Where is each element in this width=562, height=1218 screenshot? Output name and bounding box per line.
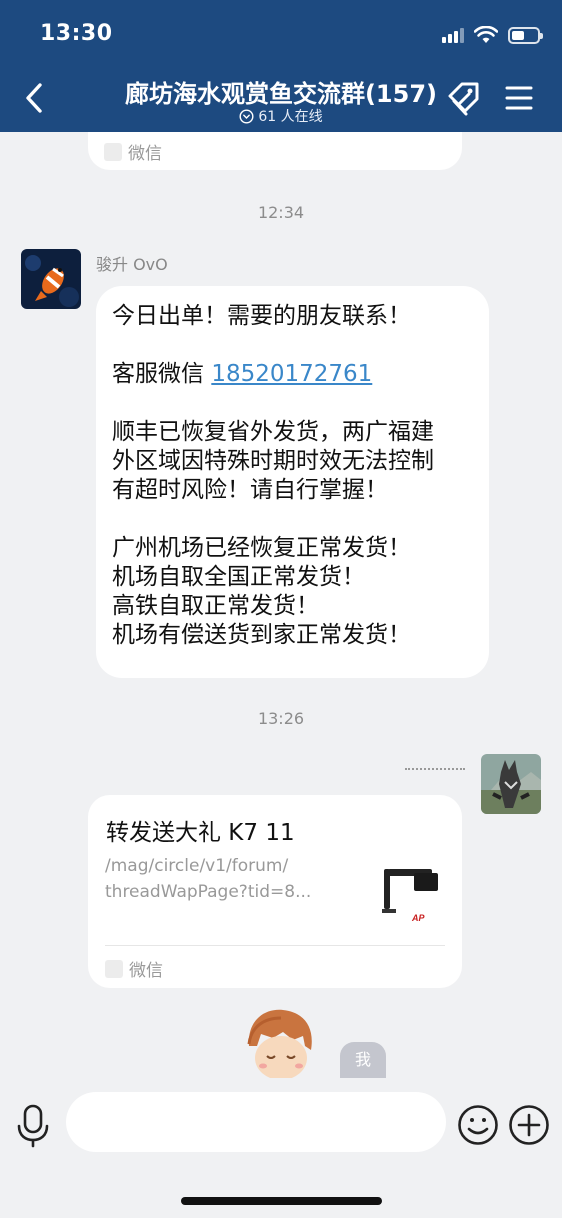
clownfish-avatar-icon: [21, 249, 81, 309]
battery-icon: [508, 26, 543, 44]
shared-link-card[interactable]: 转发送大礼 K7 11 /mag/circle/v1/forum/ thread…: [88, 795, 462, 988]
sticker-image[interactable]: [243, 1006, 317, 1078]
card-url: /mag/circle/v1/forum/ threadWapPage?tid=…: [105, 856, 312, 902]
chevron-down-circle-icon: [239, 108, 254, 124]
wechat-icon: [104, 142, 122, 161]
status-icons: [442, 24, 543, 46]
message-paragraph: 广州机场已经恢复正常发货！ 机场自取全国正常发货！ 高铁自取正常发货！ 机场有偿…: [112, 535, 411, 648]
card-title: 转发送大礼 K7 11: [106, 820, 295, 846]
shared-card-partial[interactable]: 微信: [88, 132, 462, 170]
card-thumbnail: AP: [378, 861, 444, 927]
horse-avatar-icon: [481, 754, 541, 814]
phone-link[interactable]: 18520172761: [211, 361, 372, 387]
message-bubble[interactable]: 今日出单！需要的朋友联系！ 客服微信 18520172761 顺丰已恢复省外发货…: [96, 286, 489, 678]
emoji-icon[interactable]: [457, 1104, 499, 1146]
status-time: 13:30: [40, 21, 113, 46]
cartoon-boy-sticker-icon: [247, 1009, 312, 1078]
sending-indicator: [405, 768, 465, 770]
timestamp: 13:26: [257, 709, 305, 728]
my-avatar[interactable]: [481, 754, 541, 814]
me-badge-label: 我: [354, 1050, 371, 1069]
sender-name: 骏升 OvO: [96, 255, 168, 274]
microphone-icon[interactable]: [14, 1104, 52, 1148]
card-source: 微信: [105, 956, 163, 981]
message-input[interactable]: [66, 1092, 446, 1152]
card-source-label: 微信: [129, 961, 163, 981]
wifi-icon: [474, 26, 498, 43]
me-badge: 我: [340, 1042, 386, 1078]
card-source: 微信: [104, 139, 162, 164]
card-source-label: 微信: [128, 144, 162, 164]
timestamp: 12:34: [257, 203, 305, 222]
message-paragraph: 顺丰已恢复省外发货，两广福建 外区域因特殊时期时效无法控制 有超时风险！请自行掌…: [112, 419, 434, 503]
avatar[interactable]: [21, 249, 81, 309]
tag-icon[interactable]: [444, 80, 484, 118]
svg-text:AP: AP: [411, 913, 425, 923]
signal-icon: [442, 27, 464, 43]
online-count-label: 61 人在线: [258, 109, 323, 125]
home-indicator: [181, 1197, 382, 1205]
message-line: 客服微信 18520172761: [112, 360, 473, 389]
card-divider: [105, 945, 445, 946]
menu-icon[interactable]: [504, 84, 534, 112]
plus-icon[interactable]: [508, 1104, 550, 1146]
aquarium-light-icon: AP: [382, 869, 438, 923]
message-line: 今日出单！需要的朋友联系！: [112, 303, 411, 329]
message-text: 客服微信: [112, 361, 212, 387]
wechat-icon: [105, 959, 123, 978]
chat-header: 13:30 廊坊海水观赏鱼交流群(157) 61 人在线: [0, 0, 562, 132]
